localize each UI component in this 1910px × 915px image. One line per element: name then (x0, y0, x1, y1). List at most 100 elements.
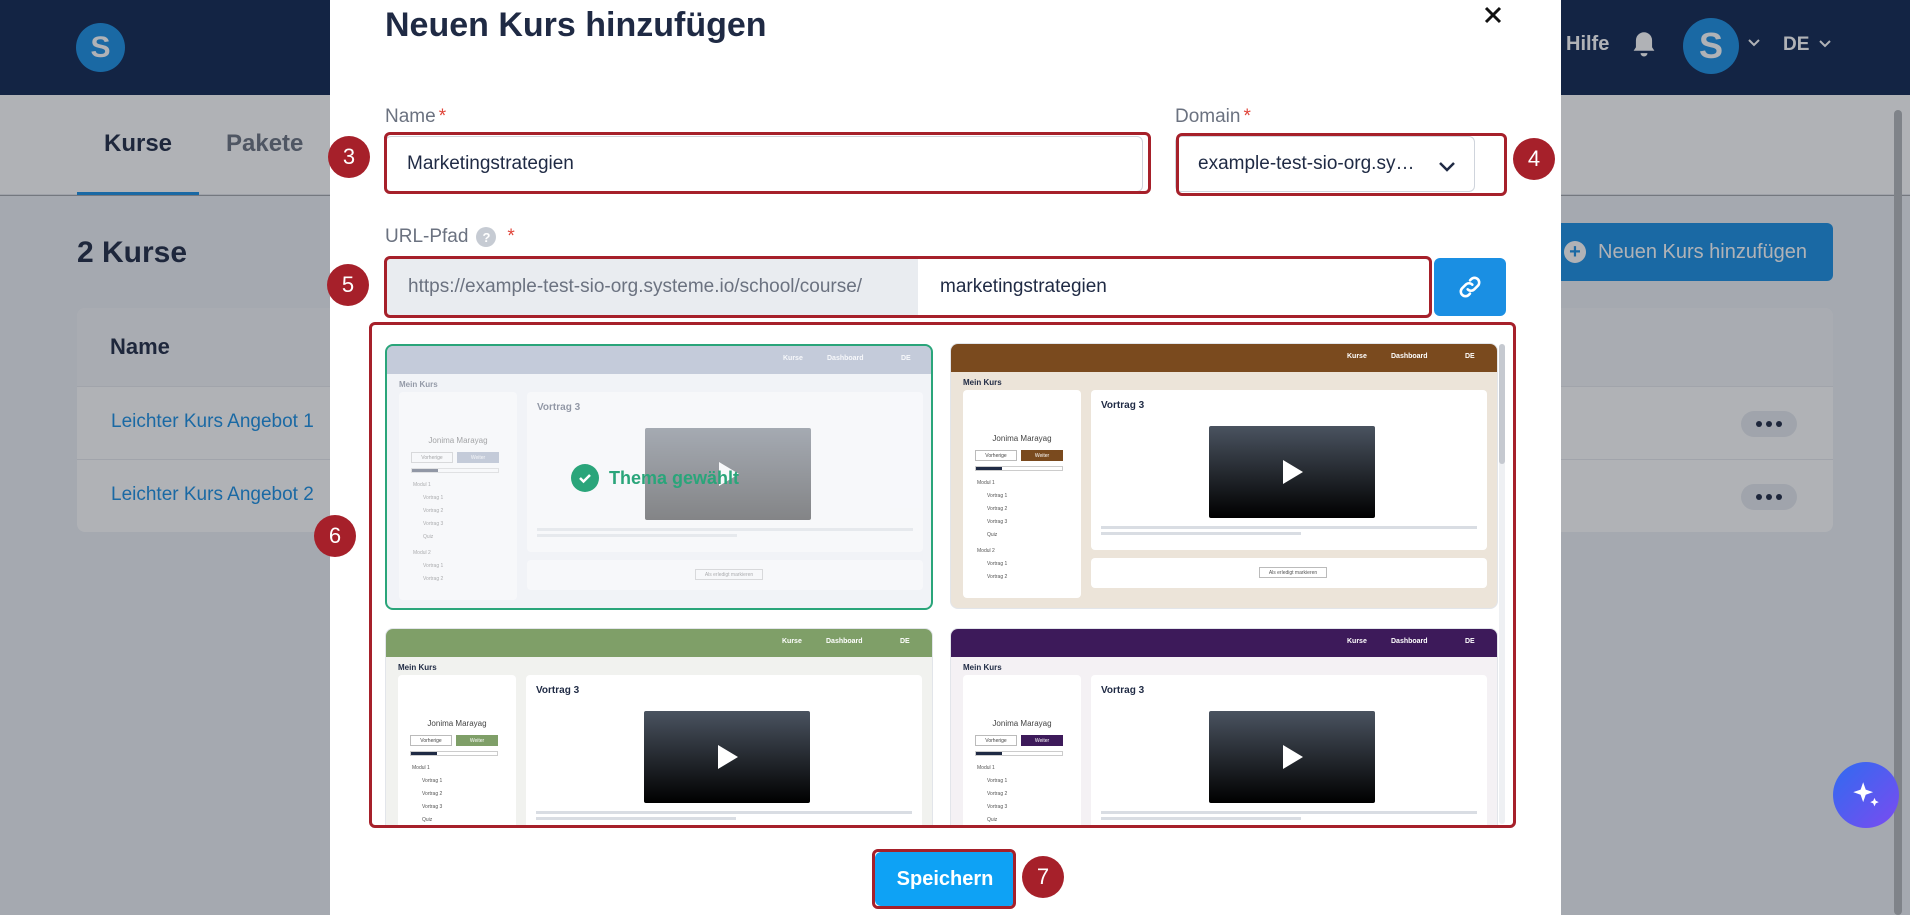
step-badge: 6 (314, 515, 356, 557)
domain-select[interactable]: example-test-sio-org.systeme.io (1175, 136, 1475, 192)
preview-video (644, 711, 810, 803)
preview-progress (411, 468, 499, 473)
preview-item: Vortrag 1 (987, 778, 1008, 784)
preview-author: Jonima Marayag (992, 434, 1052, 443)
preview-nav-courses: Kurse (1347, 638, 1367, 645)
theme-card[interactable]: Kurse Dashboard DE Mein Kurs Jonima Mara… (385, 344, 933, 610)
play-icon (1283, 460, 1303, 484)
preview-item: Quiz (422, 817, 433, 823)
preview-author: Jonima Marayag (428, 436, 488, 445)
domain-label: Domain * (1175, 106, 1251, 127)
preview-prev-button: Vorherige (975, 735, 1017, 746)
preview-video (1209, 711, 1375, 803)
help-icon[interactable]: ? (476, 227, 497, 247)
preview-module: Modul 1 (977, 765, 995, 771)
preview-item: Vortrag 2 (422, 791, 443, 797)
preview-sidebar: Jonima Marayag Vorherige Weiter Modul 1 … (399, 392, 517, 600)
preview-lesson: Vortrag 3 (1091, 675, 1487, 828)
preview-next-button: Weiter (457, 452, 499, 463)
preview-sidebar: Jonima Marayag Vorherige Weiter Modul 1 … (398, 675, 516, 828)
preview-item: Vortrag 1 (987, 561, 1008, 567)
preview-nav-courses: Kurse (782, 638, 802, 645)
preview-author: Jonima Marayag (427, 719, 487, 728)
preview-lecture-title: Vortrag 3 (1101, 685, 1145, 696)
preview-item: Vortrag 3 (423, 521, 444, 527)
theme-selected-badge: Thema gewählt (571, 464, 739, 492)
modal-title: Neuen Kurs hinzufügen (385, 6, 767, 44)
preview-footer: Als erledigt markieren (527, 560, 923, 590)
preview-mark-done: Als erledigt markieren (1259, 567, 1327, 578)
link-icon (1459, 276, 1481, 298)
preview-prev-button: Vorherige (410, 735, 452, 746)
preview-module: Modul 1 (412, 765, 430, 771)
preview-prev-button: Vorherige (411, 452, 453, 463)
preview-nav-courses: Kurse (783, 355, 803, 362)
check-icon (571, 464, 599, 492)
theme-card[interactable]: Kurse Dashboard DE Mein Kurs Jonima Mara… (950, 343, 1498, 609)
preview-item: Vortrag 2 (987, 574, 1008, 580)
step-badge: 7 (1022, 856, 1064, 898)
preview-next-button: Weiter (1021, 735, 1063, 746)
preview-video (1209, 426, 1375, 518)
save-button[interactable]: Speichern (875, 852, 1015, 906)
preview-course-title: Mein Kurs (963, 378, 1002, 387)
preview-course-title: Mein Kurs (399, 380, 438, 389)
preview-sidebar: Jonima Marayag Vorherige Weiter Modul 1 … (963, 390, 1081, 598)
preview-item: Vortrag 2 (423, 508, 444, 514)
preview-module: Modul 2 (977, 548, 995, 554)
preview-lesson: Vortrag 3 (526, 675, 922, 828)
preview-nav-courses: Kurse (1347, 353, 1367, 360)
name-input[interactable]: Marketingstrategien (385, 136, 1143, 192)
preview-item: Vortrag 1 (987, 493, 1008, 499)
url-path-field: https://example-test-sio-org.systeme.io/… (385, 258, 1431, 316)
url-slug-input[interactable]: marketingstrategien (918, 259, 1430, 315)
preview-nav-dashboard: Dashboard (826, 638, 863, 645)
sparkles-icon (1853, 782, 1879, 807)
preview-progress (975, 751, 1063, 756)
theme-card[interactable]: Kurse Dashboard DE Mein Kurs Jonima Mara… (385, 628, 933, 828)
name-label: Name * (385, 106, 447, 127)
preview-lecture-title: Vortrag 3 (536, 685, 580, 696)
preview-lecture-title: Vortrag 3 (1101, 400, 1145, 411)
preview-nav-dashboard: Dashboard (1391, 353, 1428, 360)
preview-module: Modul 2 (413, 550, 431, 556)
preview-nav-lang: DE (900, 638, 910, 645)
preview-nav-dashboard: Dashboard (1391, 638, 1428, 645)
preview-item: Vortrag 3 (987, 519, 1008, 525)
preview-footer: Als erledigt markieren (1091, 558, 1487, 588)
close-icon[interactable] (1482, 4, 1504, 26)
url-prefix: https://example-test-sio-org.systeme.io/… (386, 259, 918, 315)
preview-course-title: Mein Kurs (963, 663, 1002, 672)
theme-selected-label: Thema gewählt (609, 467, 740, 488)
preview-module: Modul 1 (413, 482, 431, 488)
preview-nav-lang: DE (1465, 353, 1475, 360)
preview-item: Vortrag 1 (423, 563, 444, 569)
preview-item: Quiz (987, 532, 998, 538)
preview-item: Vortrag 2 (987, 506, 1008, 512)
preview-nav-lang: DE (1465, 638, 1475, 645)
domain-selected-value: example-test-sio-org.systeme.io (1198, 153, 1418, 174)
preview-mark-done: Als erledigt markieren (695, 569, 763, 580)
preview-item: Vortrag 2 (423, 576, 444, 582)
play-icon (718, 745, 738, 769)
preview-next-button: Weiter (456, 735, 498, 746)
preview-item: Vortrag 1 (422, 778, 443, 784)
preview-item: Vortrag 3 (422, 804, 443, 810)
preview-progress (410, 751, 498, 756)
theme-gallery: Kurse Dashboard DE Mein Kurs Jonima Mara… (385, 340, 1499, 828)
theme-scrollbar[interactable] (1499, 344, 1505, 824)
preview-next-button: Weiter (1021, 450, 1063, 461)
ai-assistant-button[interactable] (1833, 762, 1899, 828)
preview-course-title: Mein Kurs (398, 663, 437, 672)
step-badge: 4 (1513, 138, 1555, 180)
preview-nav-dashboard: Dashboard (827, 355, 864, 362)
add-course-modal: Neuen Kurs hinzufügen Name * Marketingstr… (330, 0, 1561, 915)
preview-sidebar: Jonima Marayag Vorherige Weiter Modul 1 … (963, 675, 1081, 828)
preview-nav-lang: DE (901, 355, 911, 362)
preview-item: Quiz (987, 817, 998, 823)
preview-prev-button: Vorherige (975, 450, 1017, 461)
copy-link-button[interactable] (1434, 258, 1506, 316)
play-icon (1283, 745, 1303, 769)
theme-card[interactable]: Kurse Dashboard DE Mein Kurs Jonima Mara… (950, 628, 1498, 828)
step-badge: 3 (328, 136, 370, 178)
